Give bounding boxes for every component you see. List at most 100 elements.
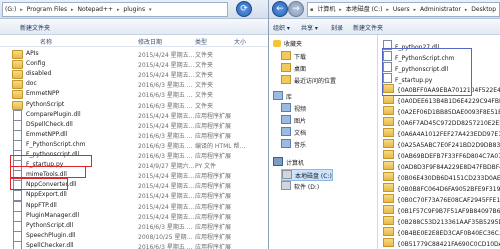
list-item[interactable]: {0A6F7AD45C972DD8257210E2E5... — [383, 117, 500, 128]
forward-arrow-icon[interactable]: → — [288, 1, 304, 17]
item-name: EmmetNPP — [26, 90, 60, 98]
sidebar-item-label: 软件 (D:) — [294, 184, 320, 191]
address-segment-drive[interactable]: (G:) — [5, 3, 16, 16]
sidebar-item[interactable]: 最近访问的位置 — [281, 75, 336, 85]
address-segment-local-disk[interactable]: 本地磁盘 (C:) — [346, 3, 383, 16]
right-address-bar[interactable]: ← → ▪ 计算机 ▸ 本地磁盘 (C:) ▸ Users ▸ Administ… — [269, 0, 500, 19]
item-name: {0AD8D3F9F84A229E8D47FBDBF42... — [397, 164, 500, 171]
sidebar-item-label: 桌面 — [294, 66, 307, 73]
sidebar-item[interactable]: 桌面 — [281, 63, 306, 73]
sidebar-item[interactable]: 软件 (D:) — [281, 181, 319, 191]
computer-icon — [273, 157, 283, 166]
list-item[interactable]: {0B0C70F73A76E08CAF2945FFE13A... — [383, 194, 500, 205]
chevron-down-icon[interactable]: ▾ — [149, 4, 152, 16]
left-address-box[interactable]: (G:) ▸ Program Files ▸ Notepad++ ▸ plugi… — [2, 2, 228, 17]
sidebar-item[interactable]: 本地磁盘 (C:) — [281, 169, 333, 181]
left-column-header: 名称 修改日期 类型 大小 — [0, 35, 268, 47]
list-item[interactable]: {0AB69BDEFB7F33FF6D804C7A070... — [383, 150, 500, 161]
sidebar-item-label: 计算机 — [286, 160, 305, 167]
item-name: NppFTP.dll — [26, 201, 57, 209]
item-name: ComparePlugin.dll — [26, 110, 81, 118]
item-name: doc — [26, 80, 37, 88]
list-item[interactable]: {0A25A5ABC7E0F241BD2D9DB83A47... — [383, 139, 500, 150]
sidebar-item-label: 视频 — [294, 106, 307, 113]
sidebar-item[interactable]: 下载 — [281, 51, 306, 61]
burn-button[interactable]: 刻录 — [331, 23, 343, 32]
sidebar-item[interactable]: 图片 — [281, 115, 306, 125]
video-library-icon — [281, 103, 291, 112]
address-segment-program-files[interactable]: Program Files — [27, 3, 67, 16]
pictures-library-icon — [281, 115, 291, 124]
right-toolbar: 组织 ▾ 共享 ▾ 刻录 新建文件夹 — [269, 19, 500, 35]
sidebar-item[interactable]: 音乐 — [281, 139, 306, 149]
address-segment-desktop[interactable]: Desktop — [471, 3, 496, 16]
list-item[interactable]: {0B0B8FC064D6FA9052BFE9F3193... — [383, 183, 500, 194]
item-type: 应用程序扩展 — [195, 243, 232, 249]
computer-icon: ▪ — [310, 7, 314, 13]
address-segment-administrator[interactable]: Administrator — [420, 3, 461, 16]
column-name[interactable]: 名称 — [40, 37, 52, 46]
star-icon — [273, 40, 281, 47]
list-item[interactable]: {0A0DEE613B4B1D6E4229C94FBDB0E7... — [383, 95, 500, 106]
folder-icon — [383, 106, 394, 115]
folder-icon — [383, 183, 394, 192]
folder-icon — [383, 117, 394, 126]
back-arrow-icon[interactable]: ← — [272, 1, 288, 17]
list-item[interactable]: {0AD8D3F9F84A229E8D47FBDBF42... — [383, 161, 500, 172]
sidebar-item[interactable]: 收藏夹 — [273, 39, 302, 48]
folder-icon — [383, 161, 394, 170]
sidebar-item[interactable]: 计算机 — [273, 157, 304, 167]
item-name: {0B06E430DB6D4151CD233D0AE2... — [397, 175, 500, 182]
folder-icon — [383, 128, 394, 137]
sidebar-item[interactable]: 视频 — [281, 103, 306, 113]
item-name: {0AB69BDEFB7F33FF6D804C7A070... — [397, 153, 500, 160]
list-item[interactable]: {0A2EF06D1BB85DAE0093F8E51EBE... — [383, 106, 500, 117]
column-type[interactable]: 类型 — [195, 37, 207, 46]
chevron-right-icon: ▸ — [386, 7, 389, 13]
list-item[interactable]: {0B288C53D213361AAF35B5295DFE... — [383, 216, 500, 227]
address-segment-users[interactable]: Users — [393, 3, 410, 16]
list-item[interactable]: {0B51779C88421FA690C0CD10DA... — [383, 238, 500, 249]
item-name: Config — [26, 60, 46, 68]
address-segment-computer[interactable]: 计算机 — [317, 3, 335, 16]
sidebar-item[interactable]: 库 — [273, 91, 292, 101]
item-name: {0A0DEE613B4B1D6E4229C94FBDB0E7... — [397, 98, 500, 105]
list-item[interactable]: SpellChecker.dll 2016/6/3 星期五 ... 应用程序扩展 — [0, 240, 268, 249]
list-item[interactable]: {0B4BE0E2E8ED3CAF0B40EC36C... — [383, 227, 500, 238]
folder-icon — [383, 150, 394, 159]
list-item[interactable]: {0B1F57C9F9B7F51AF9B84097B675... — [383, 205, 500, 216]
right-address-box[interactable]: ▪ 计算机 ▸ 本地磁盘 (C:) ▸ Users ▸ Administrato… — [307, 2, 500, 17]
left-address-bar[interactable]: (G:) ▸ Program Files ▸ Notepad++ ▸ plugi… — [0, 0, 268, 19]
item-name: {0A6F7AD45C972DD8257210E2E5... — [397, 120, 500, 127]
address-segment-plugins[interactable]: plugins — [123, 3, 145, 16]
item-name: {0B4BE0E2E8ED3CAF0B40EC36C... — [397, 230, 500, 237]
left-explorer-window: (G:) ▸ Program Files ▸ Notepad++ ▸ plugi… — [0, 0, 269, 249]
folder-icon — [383, 95, 394, 104]
folder-icon — [383, 205, 394, 214]
column-date[interactable]: 修改日期 — [138, 37, 162, 46]
sidebar-item-label: 音乐 — [294, 142, 307, 149]
sidebar-item-label: 文档 — [294, 130, 307, 137]
organize-menu[interactable]: 组织 ▾ — [273, 23, 290, 32]
folder-icon — [383, 227, 394, 236]
list-item[interactable]: {0A6A4A1012FEF27A423EDD97E17E... — [383, 128, 500, 139]
item-name: PythonScript — [26, 100, 65, 108]
recent-places-icon — [281, 75, 291, 84]
address-segment-notepad[interactable]: Notepad++ — [77, 3, 113, 16]
new-folder-button[interactable]: 新建文件夹 — [20, 23, 50, 32]
item-name: PluginManager.dll — [26, 211, 80, 219]
item-name: APIs — [26, 50, 39, 57]
column-size[interactable]: 大小 — [234, 37, 246, 46]
new-folder-button[interactable]: 新建文件夹 — [353, 23, 383, 32]
folder-icon — [383, 216, 394, 225]
chevron-right-icon: ▸ — [20, 7, 23, 13]
list-item[interactable]: {0B06E430DB6D4151CD233D0AE2... — [383, 172, 500, 183]
documents-library-icon — [281, 127, 291, 136]
item-date: 2016/6/3 星期五 ... — [138, 243, 193, 249]
item-name: NppExport.dll — [26, 191, 67, 199]
sidebar-item-label: 图片 — [294, 118, 307, 125]
share-menu[interactable]: 共享 ▾ — [301, 23, 318, 32]
sidebar-item[interactable]: 文档 — [281, 127, 306, 137]
refresh-icon[interactable]: ⟳ — [236, 1, 252, 17]
music-library-icon — [281, 139, 291, 148]
